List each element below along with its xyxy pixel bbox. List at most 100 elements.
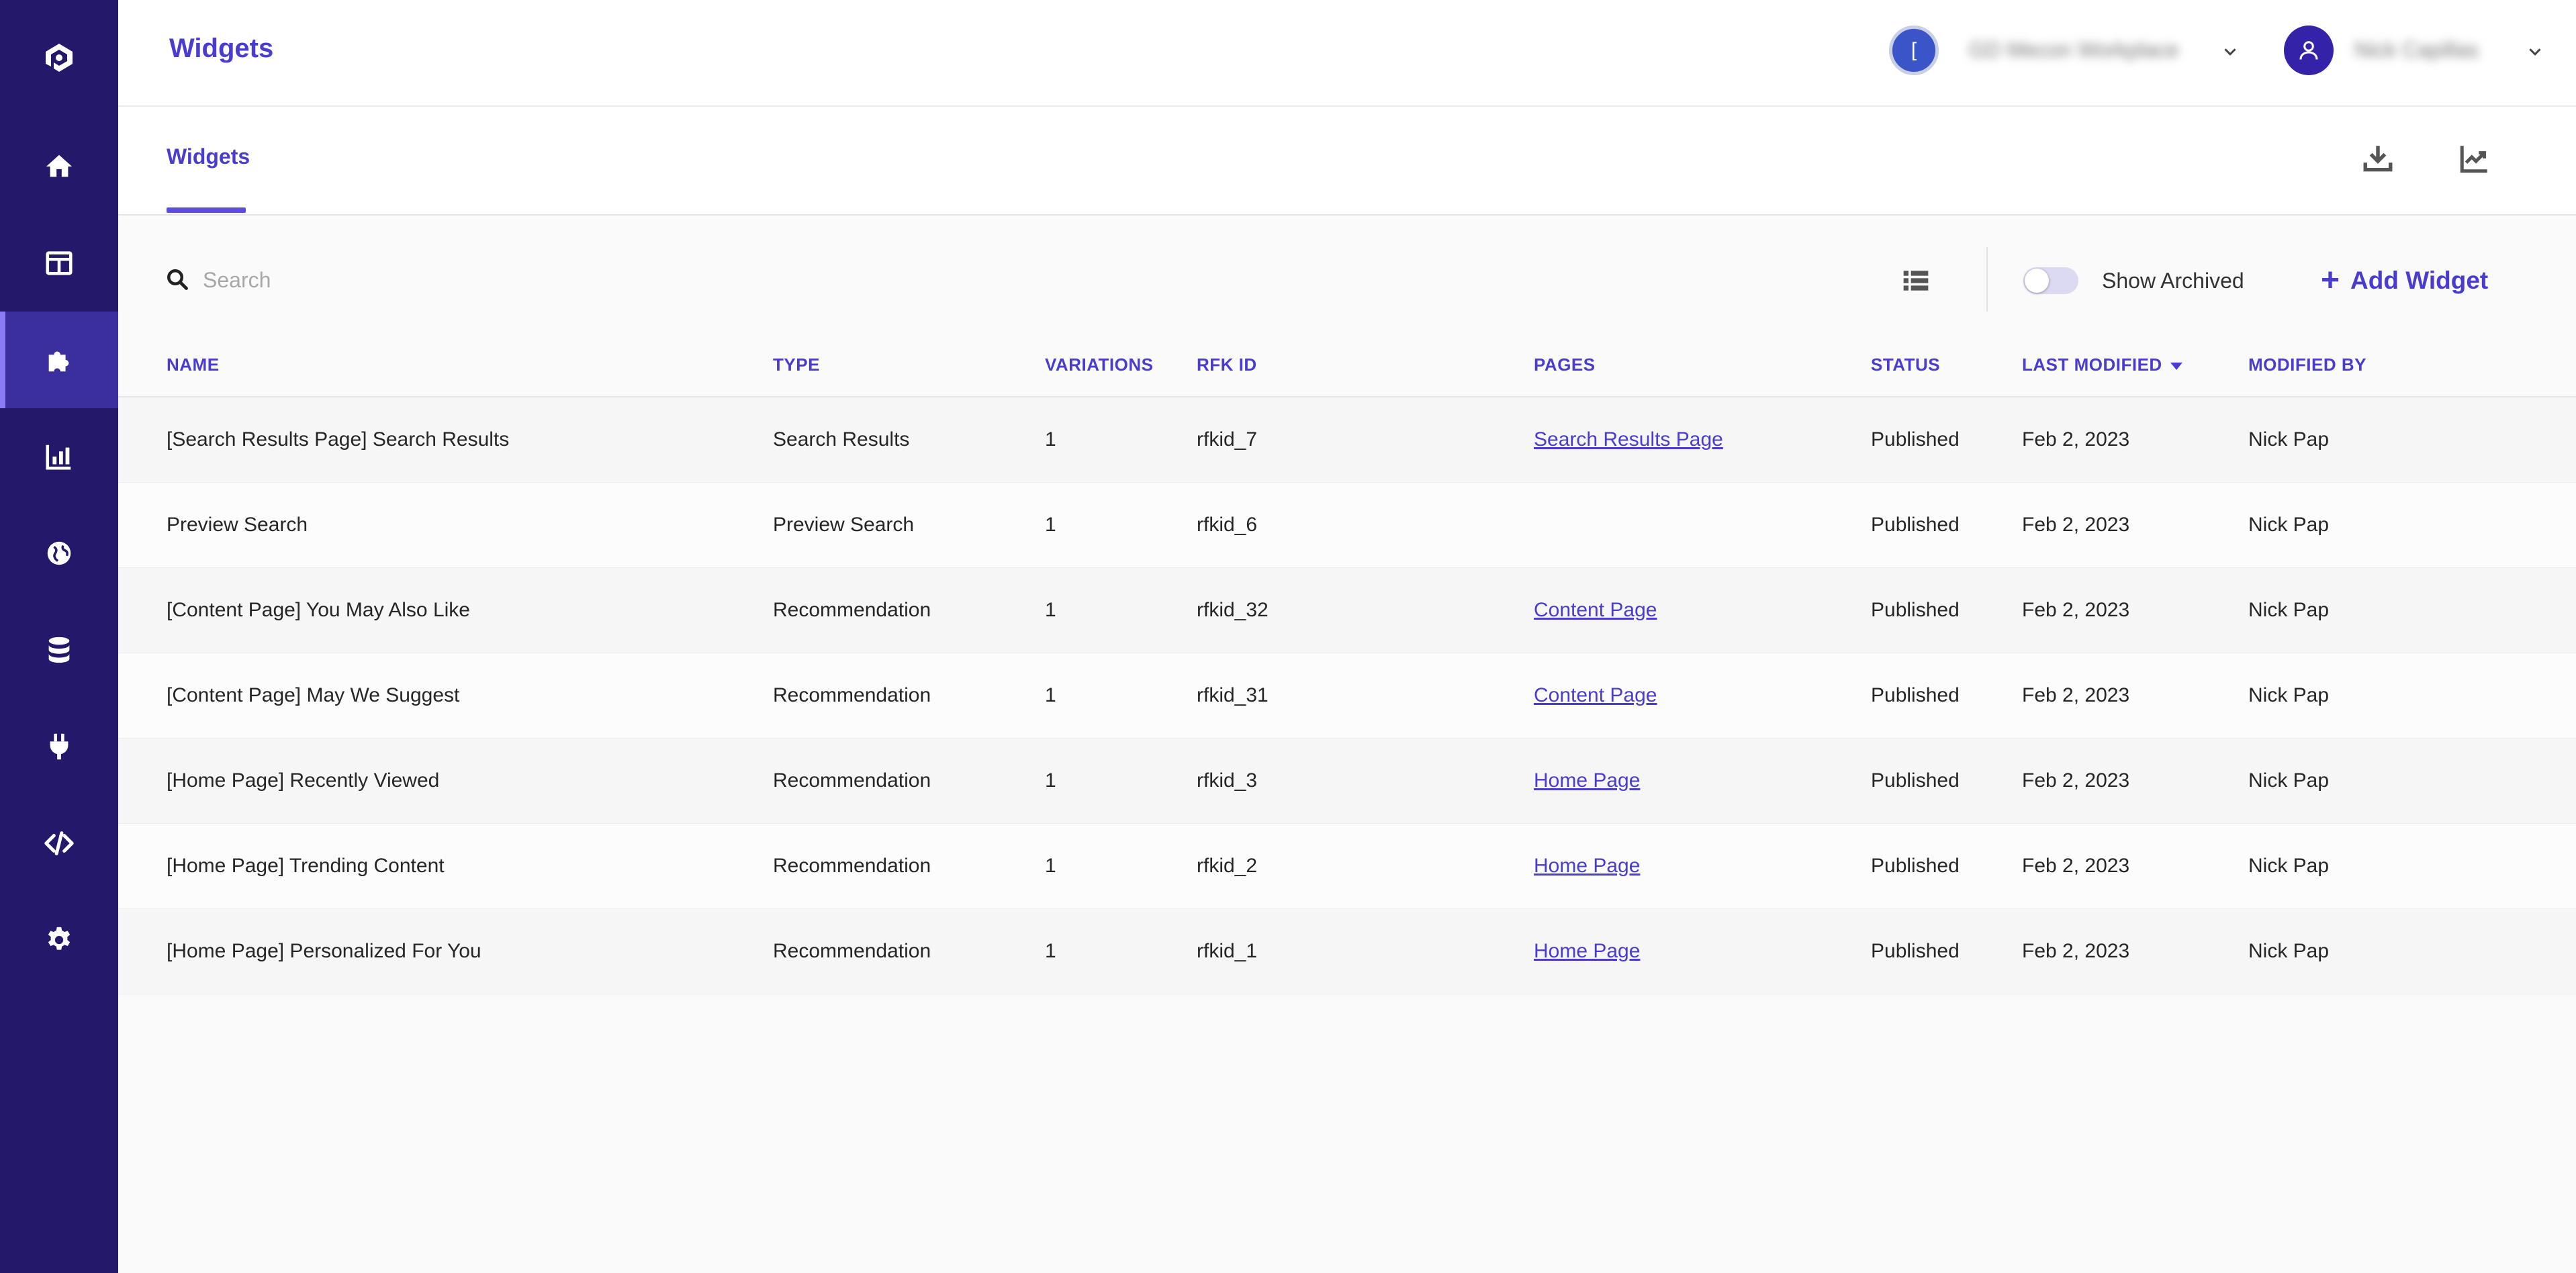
sidebar-item-widgets[interactable]	[0, 312, 118, 408]
cell-rfk-id: rfkid_2	[1197, 855, 1258, 877]
cell-modified-by: Nick Pap	[2248, 514, 2330, 536]
sidebar-item-analytics[interactable]	[0, 408, 118, 505]
add-widget-button[interactable]: + Add Widget	[2321, 265, 2488, 297]
chevron-down-icon[interactable]	[2220, 42, 2240, 62]
table-header: NAME TYPE VARIATIONS RFK ID PAGES STATUS…	[118, 322, 2576, 397]
cell-status: Published	[1871, 769, 1960, 792]
cell-name[interactable]: [Home Page] Personalized For You	[167, 940, 481, 963]
sidebar-item-home[interactable]	[0, 118, 118, 215]
cell-variations: 1	[1045, 684, 1056, 706]
cell-name[interactable]: Preview Search	[167, 514, 308, 536]
puzzle-icon	[48, 351, 69, 372]
table-row[interactable]: [Home Page] Recently Viewed Recommendati…	[118, 739, 2576, 824]
sidebar	[0, 0, 118, 1273]
globe-icon	[47, 541, 71, 565]
org-name[interactable]: GD Mecon Workplace	[1969, 38, 2178, 62]
cell-status: Published	[1871, 940, 1960, 962]
cell-last-modified: Feb 2, 2023	[2022, 514, 2130, 536]
cell-modified-by: Nick Pap	[2248, 769, 2330, 792]
table-row[interactable]: [Search Results Page] Search Results Sea…	[118, 397, 2576, 483]
table-row[interactable]: [Content Page] May We Suggest Recommenda…	[118, 653, 2576, 739]
sidebar-item-developer[interactable]	[0, 795, 118, 892]
cell-name[interactable]: [Home Page] Recently Viewed	[167, 769, 439, 792]
cell-variations: 1	[1045, 940, 1056, 962]
column-header-status[interactable]: STATUS	[1871, 355, 1940, 375]
page-link[interactable]: Home Page	[1534, 855, 1640, 877]
cell-name[interactable]: [Content Page] May We Suggest	[167, 684, 459, 707]
cell-variations: 1	[1045, 428, 1056, 451]
plus-icon: +	[2321, 263, 2340, 298]
cell-last-modified: Feb 2, 2023	[2022, 428, 2130, 451]
page-link[interactable]: Content Page	[1534, 599, 1657, 621]
cell-modified-by: Nick Pap	[2248, 940, 2330, 962]
column-header-modified-by[interactable]: MODIFIED BY	[2248, 355, 2366, 375]
widgets-table: NAME TYPE VARIATIONS RFK ID PAGES STATUS…	[118, 322, 2576, 994]
column-header-variations[interactable]: VARIATIONS	[1045, 355, 1153, 375]
code-icon	[44, 831, 74, 855]
column-header-rfk-id[interactable]: RFK ID	[1197, 355, 1257, 375]
page-link[interactable]: Content Page	[1534, 684, 1657, 706]
chevron-down-icon[interactable]	[2525, 42, 2545, 62]
cell-status: Published	[1871, 684, 1960, 706]
column-header-type[interactable]: TYPE	[773, 355, 820, 375]
cell-name[interactable]: [Home Page] Trending Content	[167, 855, 445, 878]
app-logo-icon[interactable]	[0, 27, 118, 87]
trend-chart-icon[interactable]	[2458, 142, 2491, 175]
layout-icon	[46, 251, 73, 275]
search-input[interactable]	[201, 262, 809, 298]
cell-type: Recommendation	[773, 769, 931, 792]
list-view-icon[interactable]	[1901, 266, 1931, 295]
top-header: Widgets [ GD Mecon Workplace Nick Capill…	[118, 0, 2576, 107]
table-row[interactable]: Preview Search Preview Search 1 rfkid_6 …	[118, 483, 2576, 568]
cell-pages: Search Results Page	[1534, 428, 1723, 451]
page-title: Widgets	[169, 34, 274, 63]
sort-desc-icon[interactable]	[2170, 362, 2182, 370]
table-row[interactable]: [Home Page] Trending Content Recommendat…	[118, 824, 2576, 909]
cell-rfk-id: rfkid_32	[1197, 599, 1269, 621]
table-row[interactable]: [Content Page] You May Also Like Recomme…	[118, 568, 2576, 653]
sidebar-item-sites[interactable]	[0, 505, 118, 602]
download-icon[interactable]	[2361, 142, 2395, 175]
cell-name[interactable]: [Content Page] You May Also Like	[167, 599, 470, 622]
page-link[interactable]: Search Results Page	[1534, 428, 1723, 451]
search-icon	[167, 269, 188, 290]
cell-variations: 1	[1045, 769, 1056, 792]
cell-type: Recommendation	[773, 855, 931, 877]
cell-last-modified: Feb 2, 2023	[2022, 769, 2130, 792]
user-avatar[interactable]	[2284, 26, 2334, 75]
cell-rfk-id: rfkid_3	[1197, 769, 1258, 792]
cell-last-modified: Feb 2, 2023	[2022, 855, 2130, 877]
table-row[interactable]: [Home Page] Personalized For You Recomme…	[118, 909, 2576, 994]
cell-name[interactable]: [Search Results Page] Search Results	[167, 428, 509, 451]
cell-modified-by: Nick Pap	[2248, 599, 2330, 621]
cell-modified-by: Nick Pap	[2248, 855, 2330, 877]
column-header-name[interactable]: NAME	[167, 355, 220, 375]
cell-pages: Home Page	[1534, 855, 1640, 878]
sidebar-item-layout[interactable]	[0, 215, 118, 312]
cell-pages: Content Page	[1534, 599, 1657, 622]
sidebar-item-data[interactable]	[0, 602, 118, 698]
add-widget-label: Add Widget	[2350, 267, 2489, 294]
cell-type: Recommendation	[773, 684, 931, 706]
table-toolbar: Show Archived + Add Widget	[118, 215, 2576, 322]
page-link[interactable]: Home Page	[1534, 769, 1640, 792]
cell-status: Published	[1871, 599, 1960, 621]
cell-modified-by: Nick Pap	[2248, 684, 2330, 706]
tab-widgets[interactable]: Widgets	[167, 144, 250, 169]
column-header-last-modified[interactable]: LAST MODIFIED	[2022, 355, 2182, 375]
page-link[interactable]: Home Page	[1534, 940, 1640, 962]
cell-type: Preview Search	[773, 514, 915, 536]
cell-status: Published	[1871, 855, 1960, 877]
show-archived-toggle[interactable]	[2023, 267, 2078, 294]
cell-last-modified: Feb 2, 2023	[2022, 599, 2130, 621]
cell-rfk-id: rfkid_7	[1197, 428, 1258, 451]
sidebar-item-integrations[interactable]	[0, 698, 118, 795]
plug-icon	[50, 733, 68, 760]
org-avatar[interactable]: [	[1889, 26, 1939, 75]
user-name[interactable]: Nick Capillas	[2354, 38, 2479, 62]
column-header-pages[interactable]: PAGES	[1534, 355, 1596, 375]
sidebar-item-settings[interactable]	[0, 892, 118, 988]
home-icon	[46, 154, 73, 177]
cell-last-modified: Feb 2, 2023	[2022, 940, 2130, 962]
show-archived-label: Show Archived	[2102, 269, 2244, 293]
